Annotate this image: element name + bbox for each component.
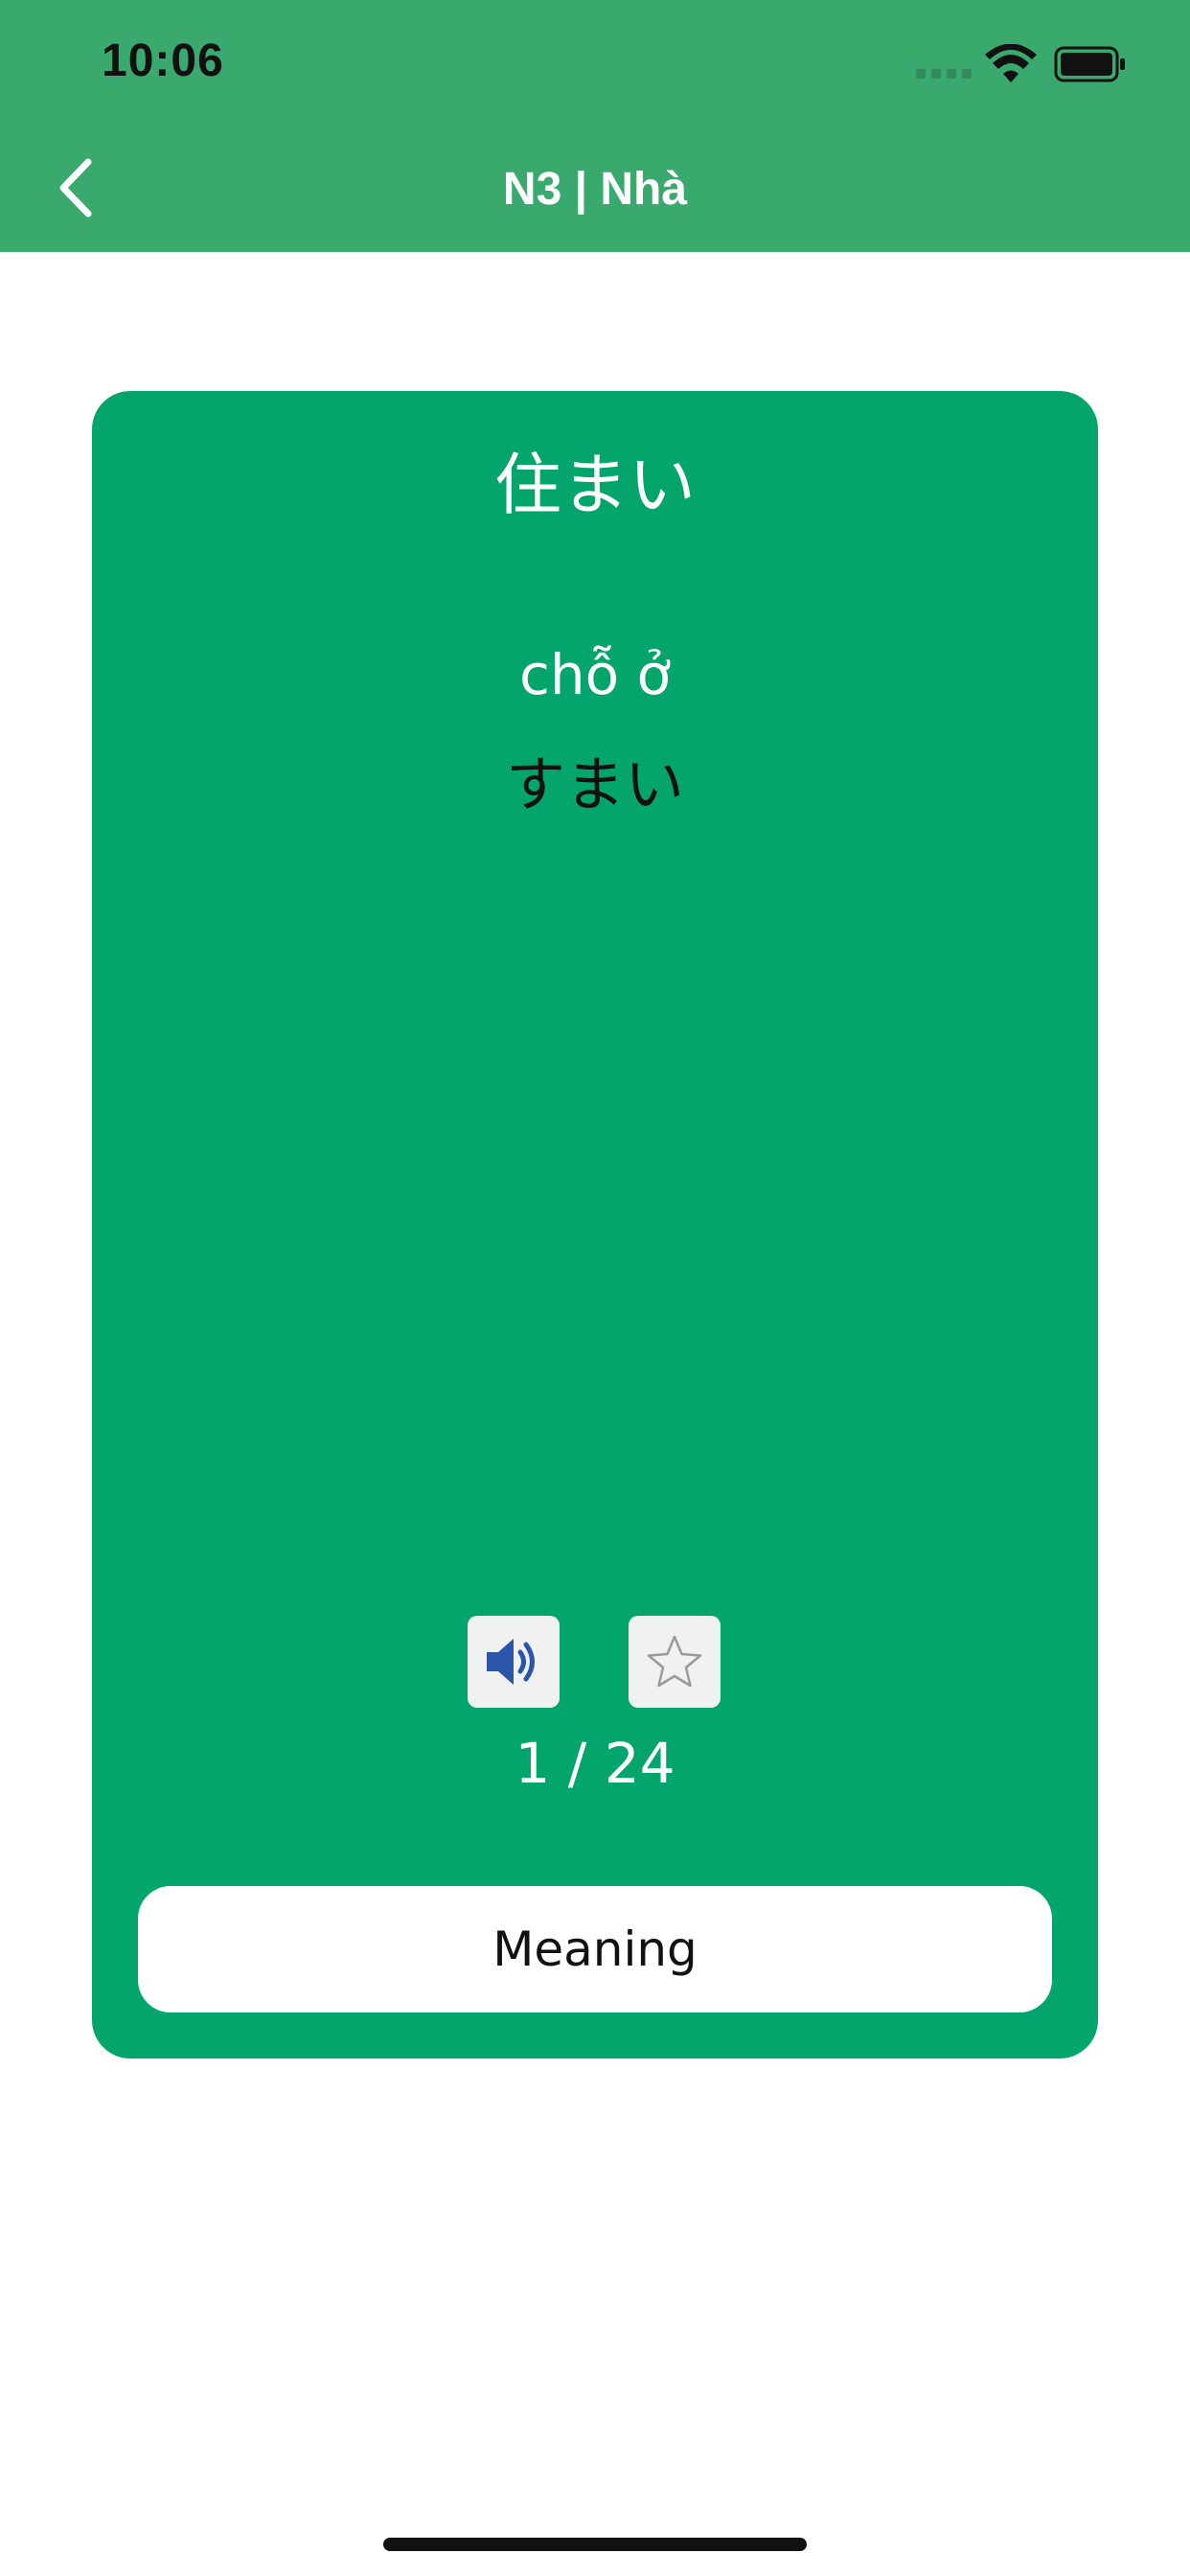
status-time: 10:06	[102, 35, 224, 86]
wifi-icon	[985, 44, 1037, 82]
home-indicator[interactable]	[383, 2538, 807, 2551]
flashcard-screen: 10:06 N3 | Nhà 住まい chỗ ở すまい 1 / 24 Mean…	[0, 0, 1190, 2576]
page-title: N3 | Nhà	[502, 164, 688, 215]
kanji-word: 住まい	[494, 446, 696, 524]
meaning-button[interactable]: Meaning	[138, 1886, 1052, 2012]
kana-reading: すまい	[505, 749, 684, 819]
play-sound-button[interactable]	[468, 1616, 560, 1708]
battery-icon	[1054, 46, 1125, 82]
header-bar: 10:06 N3 | Nhà	[0, 0, 1190, 252]
card-counter: 1 / 24	[515, 1731, 675, 1796]
favorite-button[interactable]	[629, 1616, 721, 1708]
flashcard[interactable]: 住まい chỗ ở すまい 1 / 24 Meaning	[92, 391, 1098, 2058]
star-outline-icon	[647, 1635, 702, 1688]
speaker-icon	[487, 1639, 535, 1685]
cellular-signal-icon	[916, 69, 972, 79]
vietnamese-meaning: chỗ ở	[518, 642, 672, 707]
